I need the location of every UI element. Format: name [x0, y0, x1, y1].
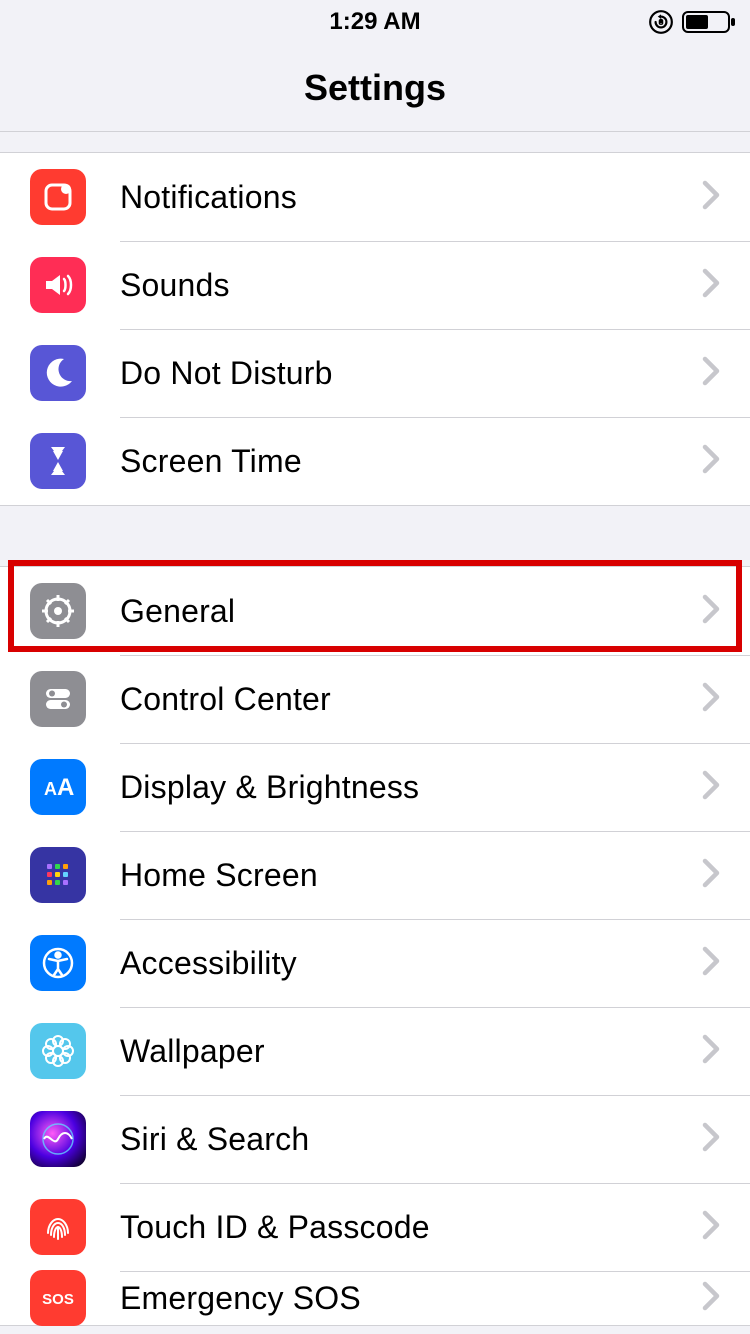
row-label: Touch ID & Passcode: [120, 1209, 702, 1246]
section-gap: [0, 506, 750, 566]
section-gap: [0, 132, 750, 152]
homescreen-icon: [30, 847, 86, 903]
row-label: Do Not Disturb: [120, 355, 702, 392]
row-label: Home Screen: [120, 857, 702, 894]
chevron-right-icon: [702, 594, 720, 629]
svg-text:A: A: [57, 774, 74, 801]
chevron-right-icon: [702, 268, 720, 303]
settings-row-accessibility[interactable]: Accessibility: [0, 919, 750, 1007]
row-label: General: [120, 593, 702, 630]
page-title: Settings: [304, 67, 446, 109]
controlcenter-icon: [30, 671, 86, 727]
settings-section-1: Notifications Sounds Do Not Disturb Scre…: [0, 152, 750, 506]
battery-icon: [682, 9, 736, 35]
settings-row-wallpaper[interactable]: Wallpaper: [0, 1007, 750, 1095]
settings-section-2: General Control Center AA Display & Brig…: [0, 566, 750, 1326]
chevron-right-icon: [702, 770, 720, 805]
settings-row-homescreen[interactable]: Home Screen: [0, 831, 750, 919]
svg-text:A: A: [44, 779, 57, 799]
nav-bar: Settings: [0, 44, 750, 132]
svg-text:SOS: SOS: [42, 1291, 74, 1308]
row-label: Wallpaper: [120, 1033, 702, 1070]
general-icon: [30, 583, 86, 639]
sos-icon: SOS: [30, 1270, 86, 1326]
notifications-icon: [30, 169, 86, 225]
settings-row-controlcenter[interactable]: Control Center: [0, 655, 750, 743]
accessibility-icon: [30, 935, 86, 991]
row-label: Control Center: [120, 681, 702, 718]
settings-row-touchid[interactable]: Touch ID & Passcode: [0, 1183, 750, 1271]
chevron-right-icon: [702, 858, 720, 893]
row-label: Emergency SOS: [120, 1280, 702, 1317]
chevron-right-icon: [702, 1210, 720, 1245]
row-label: Siri & Search: [120, 1121, 702, 1158]
status-time: 1:29 AM: [329, 8, 420, 36]
wallpaper-icon: [30, 1023, 86, 1079]
settings-row-notifications[interactable]: Notifications: [0, 153, 750, 241]
row-label: Screen Time: [120, 443, 702, 480]
settings-row-sos[interactable]: SOS Emergency SOS: [0, 1271, 750, 1325]
screentime-icon: [30, 433, 86, 489]
touchid-icon: [30, 1199, 86, 1255]
settings-row-display[interactable]: AA Display & Brightness: [0, 743, 750, 831]
dnd-icon: [30, 345, 86, 401]
settings-row-siri[interactable]: Siri & Search: [0, 1095, 750, 1183]
settings-row-general[interactable]: General: [0, 567, 750, 655]
row-label: Accessibility: [120, 945, 702, 982]
chevron-right-icon: [702, 1281, 720, 1316]
chevron-right-icon: [702, 682, 720, 717]
chevron-right-icon: [702, 946, 720, 981]
chevron-right-icon: [702, 180, 720, 215]
row-label: Display & Brightness: [120, 769, 702, 806]
chevron-right-icon: [702, 356, 720, 391]
status-bar: 1:29 AM: [0, 0, 750, 44]
settings-row-dnd[interactable]: Do Not Disturb: [0, 329, 750, 417]
status-icons: [648, 0, 736, 44]
sounds-icon: [30, 257, 86, 313]
row-label: Sounds: [120, 267, 702, 304]
chevron-right-icon: [702, 444, 720, 479]
settings-row-screentime[interactable]: Screen Time: [0, 417, 750, 505]
rotation-lock-icon: [648, 9, 674, 35]
display-icon: AA: [30, 759, 86, 815]
siri-icon: [30, 1111, 86, 1167]
chevron-right-icon: [702, 1034, 720, 1069]
chevron-right-icon: [702, 1122, 720, 1157]
settings-row-sounds[interactable]: Sounds: [0, 241, 750, 329]
row-label: Notifications: [120, 179, 702, 216]
